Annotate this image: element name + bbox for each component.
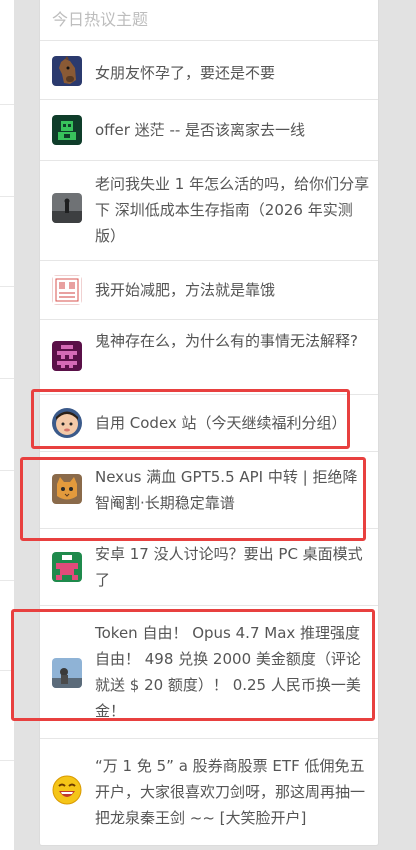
child-face-avatar-icon[interactable] <box>52 408 82 438</box>
divider <box>0 104 14 105</box>
cat-face-avatar-icon[interactable] <box>52 474 82 504</box>
topic-title-link[interactable]: offer 迷茫 -- 是否该离家去一线 <box>95 117 370 143</box>
topic-title-link[interactable]: 自用 Codex 站（今天继续福利分组） <box>95 410 370 436</box>
topic-title-link[interactable]: 老问我失业 1 年怎么活的吗，给你们分享下 深圳低成本生存指南（2026 年实测… <box>95 171 370 249</box>
topic-title-link[interactable]: Nexus 满血 GPT5.5 API 中转 | 拒绝降智阉割·长期稳定靠谱 <box>95 464 370 516</box>
topic-row[interactable]: 女朋友怀孕了，要还是不要 <box>40 43 378 100</box>
hot-topics-panel: 今日热议主题 女朋友怀孕了，要还是不要 offer 迷茫 -- 是否该离家去一线… <box>39 0 379 846</box>
dark-photo-avatar-icon[interactable] <box>52 193 82 223</box>
divider <box>0 378 14 379</box>
topic-row[interactable]: Nexus 满血 GPT5.5 API 中转 | 拒绝降智阉割·长期稳定靠谱 <box>40 452 378 529</box>
landscape-photo-avatar-icon[interactable] <box>52 658 82 688</box>
topic-row[interactable]: 老问我失业 1 年怎么活的吗，给你们分享下 深圳低成本生存指南（2026 年实测… <box>40 161 378 261</box>
topic-title-link[interactable]: 女朋友怀孕了，要还是不要 <box>95 60 370 86</box>
divider <box>0 580 14 581</box>
topic-row[interactable]: Token 自由！ Opus 4.7 Max 推理强度自由！ 498 兑换 20… <box>40 606 378 739</box>
divider <box>0 196 14 197</box>
laughing-emoji-avatar-icon[interactable] <box>52 775 82 805</box>
panel-title: 今日热议主题 <box>40 0 378 41</box>
divider <box>0 760 14 761</box>
topic-row[interactable]: 自用 Codex 站（今天继续福利分组） <box>40 395 378 452</box>
divider <box>0 286 14 287</box>
topic-row[interactable]: 安卓 17 没人讨论吗？要出 PC 桌面模式了 <box>40 529 378 606</box>
topic-title-link[interactable]: 我开始减肥，方法就是靠饿 <box>95 277 370 303</box>
green-pixel-avatar-icon[interactable] <box>52 552 82 582</box>
left-column-edge <box>0 0 14 850</box>
topic-title-link[interactable]: 鬼神存在么，为什么有的事情无法解释? <box>95 328 370 354</box>
divider <box>0 670 14 671</box>
topic-row[interactable]: offer 迷茫 -- 是否该离家去一线 <box>40 100 378 161</box>
topic-row[interactable]: 我开始减肥，方法就是靠饿 <box>40 261 378 320</box>
green-robot-avatar-icon[interactable] <box>52 115 82 145</box>
divider <box>0 470 14 471</box>
topic-row[interactable]: 鬼神存在么，为什么有的事情无法解释? <box>40 320 378 395</box>
topic-title-link[interactable]: “万 1 免 5” a 股券商股票 ETF 低佣免五开户，大家很喜欢刀剑呀，那这… <box>95 753 370 831</box>
horse-mask-avatar-icon[interactable] <box>52 56 82 86</box>
topic-title-link[interactable]: 安卓 17 没人讨论吗？要出 PC 桌面模式了 <box>95 541 370 593</box>
purple-pixel-avatar-icon[interactable] <box>52 341 82 371</box>
stamp-seal-avatar-icon[interactable] <box>52 275 82 305</box>
topic-title-link[interactable]: Token 自由！ Opus 4.7 Max 推理强度自由！ 498 兑换 20… <box>95 620 370 724</box>
topic-row[interactable]: “万 1 免 5” a 股券商股票 ETF 低佣免五开户，大家很喜欢刀剑呀，那这… <box>40 739 378 844</box>
